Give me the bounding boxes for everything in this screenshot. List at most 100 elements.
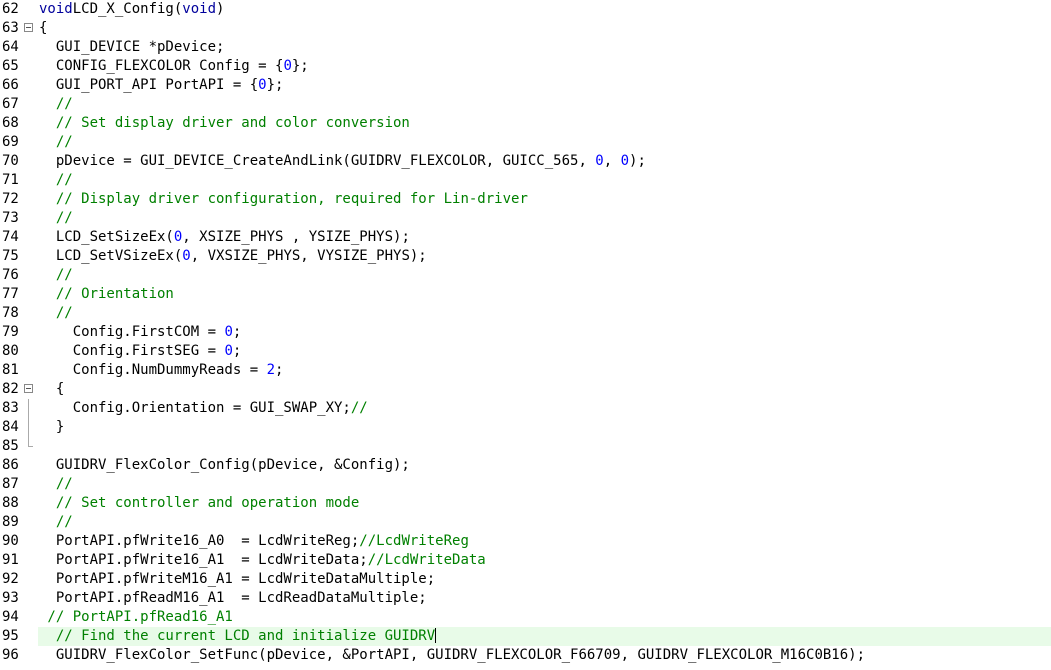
code-line[interactable]: 91 PortAPI.pfWrite16_A1 = LcdWriteData;/… (0, 551, 1051, 570)
code-line[interactable]: 92 PortAPI.pfWriteM16_A1 = LcdWriteDataM… (0, 570, 1051, 589)
code-text: // Orientation (39, 285, 174, 304)
code-line[interactable]: 81 Config.NumDummyReads = 2; (0, 361, 1051, 380)
code-line[interactable]: 78 // (0, 304, 1051, 323)
line-number: 96 (2, 647, 19, 663)
code-token: ); (629, 153, 646, 169)
fold-collapse-icon[interactable] (24, 384, 33, 393)
line-number: 83 (2, 400, 19, 416)
line-number: 95 (2, 628, 19, 644)
code-line[interactable]: 70 pDevice = GUI_DEVICE_CreateAndLink(GU… (0, 152, 1051, 171)
code-text: // (39, 513, 73, 532)
code-comment: // PortAPI.pfRead16_A1 (39, 609, 233, 625)
code-line[interactable]: 73 // (0, 209, 1051, 228)
code-token: Config.NumDummyReads = (39, 362, 267, 378)
code-token: GUIDRV_FlexColor_SetFunc(pDevice, &PortA… (39, 647, 866, 663)
line-number: 91 (2, 552, 19, 568)
code-token: , VXSIZE_PHYS, VYSIZE_PHYS); (190, 248, 427, 264)
code-token: Config.FirstCOM = (39, 324, 225, 340)
code-token: ; (232, 343, 242, 359)
code-line[interactable]: 84 } (0, 418, 1051, 437)
code-line[interactable]: 88 // Set controller and operation mode (0, 494, 1051, 513)
line-number: 62 (2, 1, 19, 17)
code-line[interactable]: 89 // (0, 513, 1051, 532)
code-line[interactable]: 64 GUI_DEVICE *pDevice; (0, 38, 1051, 57)
line-number: 76 (2, 267, 19, 283)
line-number: 64 (2, 39, 19, 55)
code-text: Config.FirstSEG = 0; (39, 342, 242, 361)
code-token: GUI_PORT_API PortAPI = { (39, 77, 259, 93)
code-text: // PortAPI.pfRead16_A1 (39, 608, 233, 627)
code-number: 0 (283, 58, 292, 74)
code-line[interactable]: 76 // (0, 266, 1051, 285)
code-line[interactable]: 62 voidLCD_X_Config(void) (0, 0, 1051, 19)
code-token: Config.Orientation = GUI_SWAP_XY; (39, 400, 351, 416)
line-number: 77 (2, 286, 19, 302)
line-number: 71 (2, 172, 19, 188)
line-background (38, 285, 1051, 304)
line-number: 92 (2, 571, 19, 587)
code-line[interactable]: 77 // Orientation (0, 285, 1051, 304)
code-line[interactable]: 72 // Display driver configuration, requ… (0, 190, 1051, 209)
code-line[interactable]: 94 // PortAPI.pfRead16_A1 (0, 608, 1051, 627)
code-line[interactable]: 75 LCD_SetVSizeEx(0, VXSIZE_PHYS, VYSIZE… (0, 247, 1051, 266)
code-token: GUIDRV_FlexColor_Config(pDevice, &Config… (39, 457, 410, 473)
code-token: }; (266, 77, 284, 93)
code-text: GUIDRV_FlexColor_Config(pDevice, &Config… (39, 456, 410, 475)
code-line[interactable]: 68 // Set display driver and color conve… (0, 114, 1051, 133)
fold-collapse-icon[interactable] (24, 23, 33, 32)
code-keyword: void (39, 1, 73, 17)
code-line[interactable]: 74 LCD_SetSizeEx(0, XSIZE_PHYS , YSIZE_P… (0, 228, 1051, 247)
code-line[interactable]: 87 // (0, 475, 1051, 494)
code-line[interactable]: 65 CONFIG_FLEXCOLOR Config = {0}; (0, 57, 1051, 76)
line-number: 74 (2, 229, 19, 245)
line-background (38, 209, 1051, 228)
line-number: 90 (2, 533, 19, 549)
line-number: 69 (2, 134, 19, 150)
code-line-current[interactable]: 95 // Find the current LCD and initializ… (0, 627, 1051, 646)
code-comment: // Set controller and operation mode (55, 495, 360, 511)
code-comment: // (55, 172, 73, 188)
code-line[interactable]: 69 // (0, 133, 1051, 152)
code-line[interactable]: 63 { (0, 19, 1051, 38)
code-comment: // (55, 96, 73, 112)
line-number: 67 (2, 96, 19, 112)
code-token: CONFIG_FLEXCOLOR Config = { (39, 58, 284, 74)
code-text: { (39, 380, 64, 399)
code-text: // (39, 475, 73, 494)
code-line[interactable]: 93 PortAPI.pfReadM16_A1 = LcdReadDataMul… (0, 589, 1051, 608)
code-number: 0 (224, 343, 233, 359)
line-background (38, 513, 1051, 532)
code-line[interactable]: 66 GUI_PORT_API PortAPI = {0}; (0, 76, 1051, 95)
code-comment: // Orientation (55, 286, 174, 302)
code-editor[interactable]: 62 voidLCD_X_Config(void) 63 {64 GUI_DEVICE… (0, 0, 1051, 670)
code-line[interactable]: 85 (0, 437, 1051, 456)
line-number: 73 (2, 210, 19, 226)
code-line[interactable]: 90 PortAPI.pfWrite16_A0 = LcdWriteReg;//… (0, 532, 1051, 551)
code-line[interactable]: 83 Config.Orientation = GUI_SWAP_XY;// (0, 399, 1051, 418)
code-line[interactable]: 86 GUIDRV_FlexColor_Config(pDevice, &Con… (0, 456, 1051, 475)
code-line[interactable]: 79 Config.FirstCOM = 0; (0, 323, 1051, 342)
line-number: 94 (2, 609, 19, 625)
fold-guide-line (28, 418, 29, 437)
code-line[interactable]: 96 GUIDRV_FlexColor_SetFunc(pDevice, &Po… (0, 646, 1051, 665)
code-keyword: void (182, 1, 217, 17)
code-line[interactable]: 80 Config.FirstSEG = 0; (0, 342, 1051, 361)
line-background (38, 95, 1051, 114)
fold-end-marker (28, 437, 33, 447)
code-line[interactable]: 82 { (0, 380, 1051, 399)
code-token: LCD_X_Config( (72, 1, 183, 17)
code-line[interactable]: 67 // (0, 95, 1051, 114)
code-text: LCD_SetSizeEx(0, XSIZE_PHYS , YSIZE_PHYS… (39, 228, 410, 247)
code-number: 0 (182, 248, 191, 264)
code-token: Config.FirstSEG = (39, 343, 225, 359)
code-line[interactable]: 71 // (0, 171, 1051, 190)
code-token: }; (291, 58, 309, 74)
